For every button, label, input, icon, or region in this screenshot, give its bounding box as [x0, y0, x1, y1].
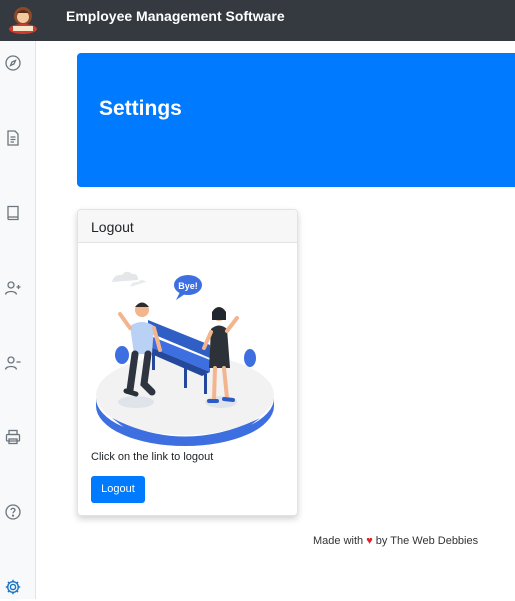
bush-shape — [115, 346, 129, 364]
bye-illustration: Bye! — [96, 271, 274, 446]
cloud-shape — [130, 280, 146, 287]
card-title: Logout — [78, 210, 297, 243]
heart-icon: ♥ — [366, 535, 373, 547]
top-navbar: Employee Management Software — [0, 0, 515, 41]
cloud-shape — [112, 271, 138, 282]
logout-card: Logout Bye! Click on the link to logout … — [77, 209, 298, 516]
speech-bubble: Bye! — [174, 275, 202, 300]
footer-credit: Made with ♥ by The Web Debbies — [313, 535, 478, 547]
logout-button[interactable]: Logout — [91, 476, 145, 503]
sidebar — [0, 41, 36, 599]
app-title: Employee Management Software — [66, 8, 285, 24]
page-title: Settings — [99, 97, 182, 120]
footer-text-before: Made with — [313, 535, 364, 547]
remove-user-icon[interactable] — [4, 354, 22, 372]
logout-instruction: Click on the link to logout — [91, 451, 214, 463]
page-header-banner: Settings — [77, 53, 515, 187]
document-icon[interactable] — [4, 129, 22, 147]
book-icon[interactable] — [4, 204, 22, 222]
add-user-icon[interactable] — [4, 279, 22, 297]
bubble-text: Bye! — [178, 281, 198, 291]
gear-icon[interactable] — [4, 578, 22, 596]
compass-icon[interactable] — [4, 54, 22, 72]
printer-icon[interactable] — [4, 428, 22, 446]
footer-text-after: by The Web Debbies — [375, 535, 479, 547]
brand-logo[interactable] — [6, 4, 40, 36]
help-icon[interactable] — [4, 503, 22, 521]
bush-shape — [244, 349, 256, 367]
